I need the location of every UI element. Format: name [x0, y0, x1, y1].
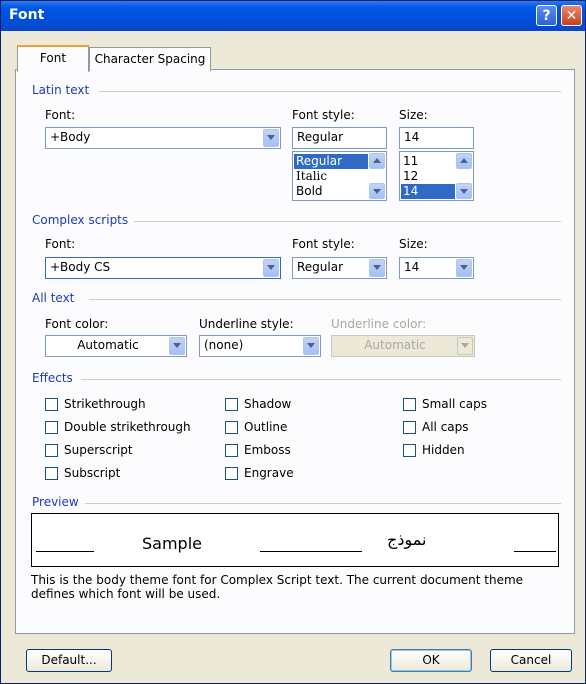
tab-character-spacing[interactable]: Character Spacing [89, 47, 211, 71]
double-strikethrough-checkbox[interactable] [45, 421, 58, 434]
chevron-down-icon[interactable] [263, 129, 279, 147]
divider [85, 503, 561, 504]
subscript-checkbox[interactable] [45, 467, 58, 480]
latin-style-input[interactable]: Regular [292, 127, 387, 149]
underline-color-label: Underline color: [331, 317, 427, 331]
scroll-up-icon[interactable] [369, 153, 385, 169]
complex-style-value: Regular [297, 260, 344, 274]
shadow-label[interactable]: Shadow [244, 397, 291, 411]
underline-color-value: Automatic [364, 338, 426, 352]
outline-label[interactable]: Outline [244, 420, 287, 434]
chevron-down-icon[interactable] [303, 337, 319, 355]
scroll-down-icon[interactable] [369, 183, 385, 199]
chevron-down-icon[interactable] [369, 259, 385, 277]
complex-size-label: Size: [399, 237, 428, 251]
help-button[interactable]: ? [536, 5, 557, 26]
preview-group-label: Preview [32, 495, 79, 509]
latin-font-label: Font: [45, 108, 76, 122]
chevron-down-icon [457, 337, 473, 355]
font-color-label: Font color: [45, 317, 109, 331]
list-item[interactable]: 12 [401, 169, 455, 184]
double-strikethrough-label[interactable]: Double strikethrough [64, 420, 191, 434]
complex-scripts-group-label: Complex scripts [32, 213, 129, 227]
preview-arabic-text: نموذج [387, 530, 427, 549]
all-caps-label[interactable]: All caps [422, 420, 469, 434]
hidden-checkbox[interactable] [403, 444, 416, 457]
list-item[interactable]: Italic [294, 169, 368, 184]
underline-style-label: Underline style: [199, 317, 294, 331]
complex-size-value: 14 [404, 260, 420, 274]
tab-character-spacing-label: Character Spacing [94, 52, 206, 66]
latin-style-list[interactable]: Regular Italic Bold [292, 151, 387, 201]
complex-size-combo[interactable]: 14 [399, 257, 474, 279]
superscript-checkbox[interactable] [45, 444, 58, 457]
default-button[interactable]: Default... [26, 649, 112, 672]
latin-size-value: 14 [404, 130, 420, 144]
underline-style-combo[interactable]: (none) [199, 335, 321, 357]
underline-color-combo: Automatic [331, 335, 475, 357]
scroll-up-icon[interactable] [456, 153, 472, 169]
engrave-checkbox[interactable] [225, 467, 238, 480]
divider [99, 91, 561, 92]
all-text-group-label: All text [32, 291, 75, 305]
engrave-label[interactable]: Engrave [244, 466, 294, 480]
cancel-button[interactable]: Cancel [490, 649, 572, 672]
shadow-checkbox[interactable] [225, 398, 238, 411]
preview-sample-text: Sample [142, 534, 202, 553]
outline-checkbox[interactable] [225, 421, 238, 434]
preview-rule [260, 551, 362, 552]
preview-description: This is the body theme font for Complex … [31, 573, 524, 601]
all-caps-checkbox[interactable] [403, 421, 416, 434]
complex-style-combo[interactable]: Regular [292, 257, 387, 279]
latin-style-label: Font style: [292, 108, 355, 122]
small-caps-label[interactable]: Small caps [422, 397, 487, 411]
list-item[interactable]: 14 [401, 184, 455, 199]
title-bar[interactable]: Font ? ✕ [1, 1, 585, 31]
tab-font-label: Font [39, 51, 67, 65]
latin-size-label: Size: [399, 108, 428, 122]
close-button[interactable]: ✕ [561, 5, 582, 26]
divider [134, 221, 561, 222]
preview-rule [36, 551, 94, 552]
latin-font-value: +Body [50, 130, 91, 144]
latin-size-input[interactable]: 14 [399, 127, 474, 149]
complex-font-value: +Body CS [50, 260, 111, 274]
emboss-label[interactable]: Emboss [244, 443, 291, 457]
font-dialog: Font ? ✕ Font Character Spacing Latin te… [0, 0, 586, 684]
superscript-label[interactable]: Superscript [64, 443, 133, 457]
font-color-value: Automatic [77, 338, 139, 352]
chevron-down-icon[interactable] [263, 259, 279, 277]
complex-font-label: Font: [45, 237, 76, 251]
subscript-label[interactable]: Subscript [64, 466, 120, 480]
chevron-down-icon[interactable] [456, 259, 472, 277]
list-item[interactable]: 11 [401, 154, 455, 169]
complex-font-combo[interactable]: +Body CS [45, 257, 281, 279]
window-title: Font [9, 7, 45, 23]
hidden-label[interactable]: Hidden [422, 443, 465, 457]
strikethrough-label[interactable]: Strikethrough [64, 397, 146, 411]
small-caps-checkbox[interactable] [403, 398, 416, 411]
tab-font[interactable]: Font [17, 45, 89, 72]
font-color-combo[interactable]: Automatic [45, 335, 187, 357]
divider [81, 379, 561, 380]
preview-rule [514, 551, 556, 552]
strikethrough-checkbox[interactable] [45, 398, 58, 411]
latin-size-list[interactable]: 11 12 14 [399, 151, 474, 201]
divider [89, 299, 561, 300]
ok-button[interactable]: OK [390, 649, 472, 672]
underline-style-value: (none) [204, 338, 244, 352]
effects-group-label: Effects [32, 371, 73, 385]
preview-box: Sample نموذج [31, 513, 559, 567]
complex-style-label: Font style: [292, 237, 355, 251]
emboss-checkbox[interactable] [225, 444, 238, 457]
chevron-down-icon[interactable] [169, 337, 185, 355]
latin-font-combo[interactable]: +Body [45, 127, 281, 149]
latin-style-value: Regular [297, 130, 344, 144]
latin-text-group-label: Latin text [32, 83, 90, 97]
list-item[interactable]: Bold [294, 184, 368, 199]
scroll-down-icon[interactable] [456, 183, 472, 199]
list-item[interactable]: Regular [294, 154, 368, 169]
